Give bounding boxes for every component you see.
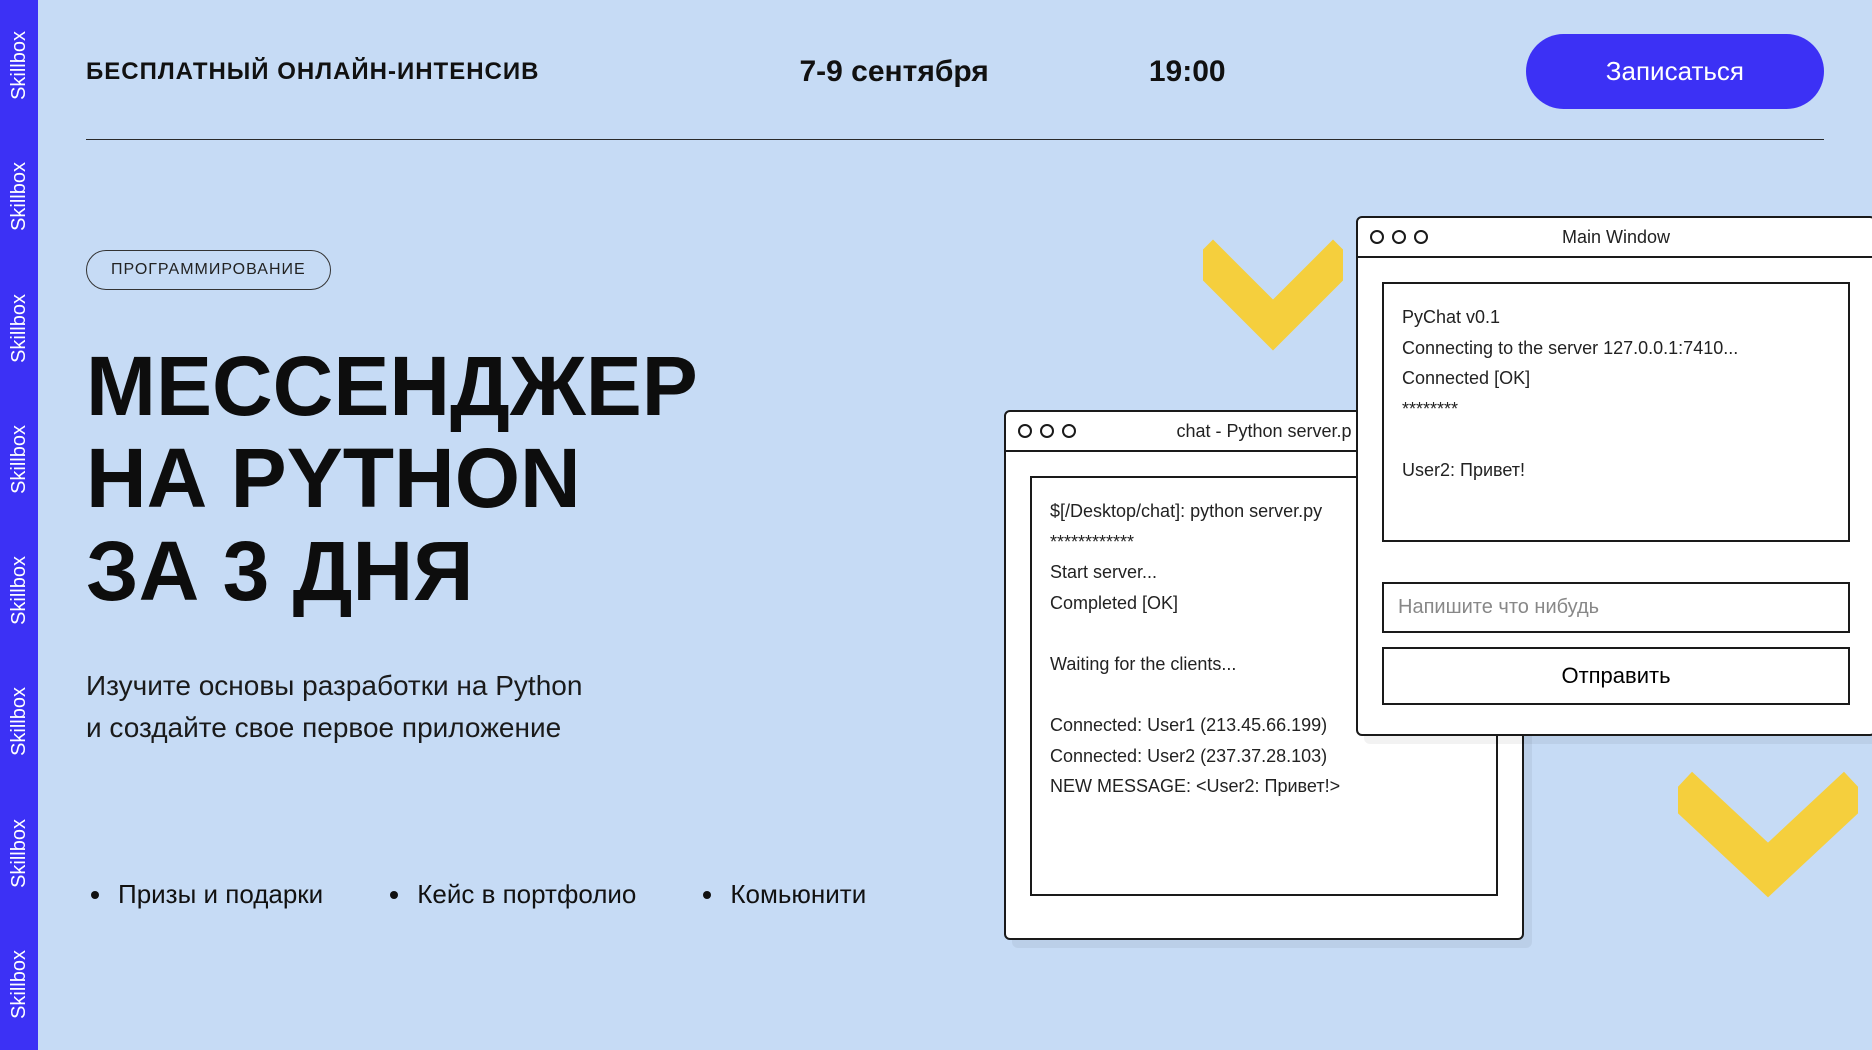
chevron-icon	[1678, 770, 1858, 935]
sidebar-brand: Skillbox	[8, 154, 31, 239]
signup-button[interactable]: Записаться	[1526, 34, 1824, 109]
terminal-line: Connected [OK]	[1402, 363, 1830, 394]
window-controls	[1370, 230, 1428, 244]
bullet-item: Призы и подарки	[114, 879, 323, 910]
terminal-line: User2: Привет!	[1402, 455, 1830, 486]
subtitle-line: и создайте свое первое приложение	[86, 712, 561, 743]
window-dot-icon	[1018, 424, 1032, 438]
chevron-icon	[1203, 235, 1343, 400]
window-dot-icon	[1040, 424, 1054, 438]
header-label: Бесплатный онлайн-интенсив	[86, 58, 539, 86]
main: Бесплатный онлайн-интенсив 7-9 сентября …	[38, 0, 1872, 1050]
window-title: chat - Python server.p	[1176, 421, 1351, 442]
terminal-line: Connected: User2 (237.37.28.103)	[1050, 741, 1478, 772]
bullets-list: Призы и подарки Кейс в портфолио Комьюни…	[86, 879, 1824, 910]
chat-output: PyChat v0.1 Connecting to the server 127…	[1382, 282, 1850, 542]
window-dot-icon	[1370, 230, 1384, 244]
window-dot-icon	[1062, 424, 1076, 438]
sidebar: Skillbox Skillbox Skillbox Skillbox Skil…	[0, 0, 38, 1050]
header: Бесплатный онлайн-интенсив 7-9 сентября …	[86, 34, 1824, 140]
title-line: Мессенджер	[86, 339, 698, 433]
bullet-item: Кейс в портфолио	[413, 879, 636, 910]
header-time: 19:00	[1149, 55, 1226, 89]
subtitle: Изучите основы разработки на Python и со…	[86, 665, 726, 749]
sidebar-brand: Skillbox	[8, 811, 31, 896]
client-window: Main Window PyChat v0.1 Connecting to th…	[1356, 216, 1872, 736]
sidebar-brand: Skillbox	[8, 942, 31, 1027]
bullet-item: Комьюнити	[726, 879, 866, 910]
category-pill: Программирование	[86, 250, 331, 290]
sidebar-brand: Skillbox	[8, 23, 31, 108]
sidebar-brand: Skillbox	[8, 548, 31, 633]
send-button[interactable]: Отправить	[1382, 647, 1850, 705]
terminal-line: NEW MESSAGE: <User2: Привет!>	[1050, 771, 1478, 802]
title-line: на Python	[86, 431, 581, 525]
sidebar-brand: Skillbox	[8, 679, 31, 764]
window-body: PyChat v0.1 Connecting to the server 127…	[1358, 258, 1872, 729]
subtitle-line: Изучите основы разработки на Python	[86, 670, 582, 701]
window-dot-icon	[1392, 230, 1406, 244]
title-line: за 3 дня	[86, 524, 474, 618]
window-title: Main Window	[1562, 227, 1670, 248]
sidebar-brand: Skillbox	[8, 417, 31, 502]
chat-input[interactable]: Напишите что нибудь	[1382, 582, 1850, 633]
header-dates: 7-9 сентября	[799, 55, 988, 89]
window-controls	[1018, 424, 1076, 438]
window-dot-icon	[1414, 230, 1428, 244]
sidebar-brand: Skillbox	[8, 286, 31, 371]
terminal-line	[1402, 424, 1830, 455]
terminal-line: Connecting to the server 127.0.0.1:7410.…	[1402, 333, 1830, 364]
terminal-line: PyChat v0.1	[1402, 302, 1830, 333]
terminal-line: ********	[1402, 394, 1830, 425]
window-titlebar: Main Window	[1358, 218, 1872, 258]
